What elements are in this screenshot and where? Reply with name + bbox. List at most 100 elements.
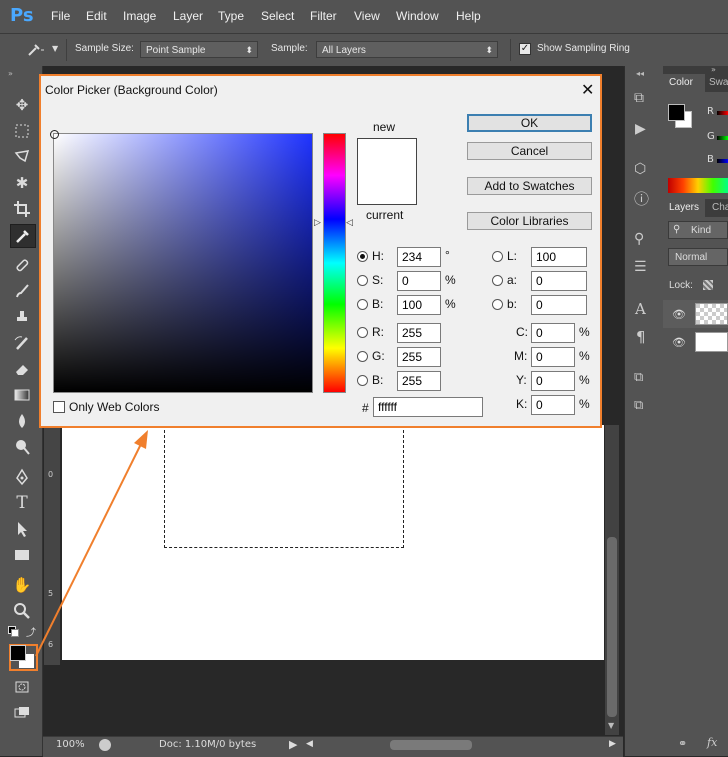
history-brush-tool-icon[interactable]: [10, 332, 34, 354]
paragraph-panel-icon[interactable]: ¶: [636, 328, 646, 346]
lock-transparency-icon[interactable]: [703, 280, 713, 290]
type-tool-icon[interactable]: T: [10, 492, 34, 514]
s-radio[interactable]: [357, 275, 368, 286]
b-slider[interactable]: [717, 159, 728, 163]
add-to-swatches-button[interactable]: Add to Swatches: [467, 177, 592, 195]
eraser-tool-icon[interactable]: [10, 358, 34, 380]
brush-presets-icon[interactable]: ☰: [634, 259, 647, 275]
3d-panel-icon[interactable]: ⬡: [634, 161, 646, 177]
menu-image[interactable]: Image: [123, 9, 156, 23]
clone-stamp-tool-icon[interactable]: [10, 306, 34, 328]
r-slider[interactable]: [717, 111, 728, 115]
brightness-input[interactable]: 100: [397, 295, 441, 315]
brightness-radio[interactable]: [357, 299, 368, 310]
visibility-eye-icon[interactable]: 👁: [672, 336, 686, 349]
tab-color[interactable]: Color: [663, 74, 705, 92]
r-input[interactable]: 255: [397, 323, 441, 343]
menu-window[interactable]: Window: [396, 9, 439, 23]
zoom-level[interactable]: 100%: [56, 739, 85, 750]
horizontal-scroll-thumb[interactable]: [390, 740, 472, 750]
status-info-icon[interactable]: [99, 739, 111, 751]
menu-type[interactable]: Type: [218, 9, 244, 23]
l-radio[interactable]: [492, 251, 503, 262]
rectangle-tool-icon[interactable]: [10, 544, 34, 566]
layer-row[interactable]: 👁: [663, 300, 728, 328]
tab-channels[interactable]: Cha: [712, 202, 728, 213]
a-radio[interactable]: [492, 275, 503, 286]
color-field-cursor[interactable]: [50, 130, 59, 139]
history-panel-icon[interactable]: ⧉: [634, 90, 644, 106]
info-panel-icon[interactable]: ⓘ: [634, 188, 649, 209]
gradient-tool-icon[interactable]: [10, 384, 34, 406]
foreground-color-swatch[interactable]: [10, 645, 26, 661]
l-input[interactable]: 100: [531, 247, 587, 267]
brush-panel-icon[interactable]: ⚲: [634, 231, 644, 247]
scroll-down-arrow-icon[interactable]: ▼: [608, 721, 614, 730]
hue-slider-right-handle-icon[interactable]: ◁: [346, 218, 353, 228]
menu-filter[interactable]: Filter: [310, 9, 337, 23]
hex-input[interactable]: ffffff: [373, 397, 483, 417]
hue-slider[interactable]: [323, 133, 346, 393]
lasso-tool-icon[interactable]: [10, 146, 34, 168]
eyedropper-tool-preset-icon[interactable]: [26, 41, 46, 57]
blend-mode-select[interactable]: Normal: [668, 248, 728, 266]
m-input[interactable]: 0: [531, 347, 575, 367]
blur-tool-icon[interactable]: [10, 410, 34, 432]
blue-radio[interactable]: [357, 375, 368, 386]
preset-dropdown-arrow-icon[interactable]: ▼: [52, 44, 58, 53]
sample-select[interactable]: All Layers ⬍: [316, 41, 498, 58]
color-spectrum-ramp[interactable]: [668, 178, 728, 193]
menu-select[interactable]: Select: [261, 9, 294, 23]
tab-swatches[interactable]: Swa: [709, 77, 728, 88]
screen-mode-icon[interactable]: [10, 702, 34, 724]
collapse-icon[interactable]: ◂◂: [636, 69, 644, 78]
link-layers-icon[interactable]: ⚭: [678, 737, 687, 750]
character-panel-icon[interactable]: A: [635, 300, 646, 318]
cancel-button[interactable]: Cancel: [467, 142, 592, 160]
tab-layers[interactable]: Layers: [663, 199, 705, 217]
dodge-tool-icon[interactable]: [10, 436, 34, 458]
pen-tool-icon[interactable]: [10, 466, 34, 488]
h-radio[interactable]: [357, 251, 368, 262]
menu-file[interactable]: File: [51, 9, 70, 23]
color-libraries-button[interactable]: Color Libraries: [467, 212, 592, 230]
collapse-icon[interactable]: »: [711, 65, 716, 74]
path-selection-tool-icon[interactable]: [10, 518, 34, 540]
only-web-colors-checkbox[interactable]: [53, 401, 65, 413]
crop-tool-icon[interactable]: [10, 198, 34, 220]
lab-b-radio[interactable]: [492, 299, 503, 310]
panel-foreground-swatch[interactable]: [668, 104, 685, 121]
zoom-tool-icon[interactable]: [10, 600, 34, 622]
visibility-eye-icon[interactable]: 👁: [672, 308, 686, 321]
scroll-right-arrow-icon[interactable]: ▶: [609, 739, 616, 749]
paragraph-styles-icon[interactable]: ⧉: [634, 370, 643, 385]
healing-brush-tool-icon[interactable]: [10, 254, 34, 276]
hand-tool-icon[interactable]: ✋: [10, 574, 34, 596]
lab-b-input[interactable]: 0: [531, 295, 587, 315]
s-input[interactable]: 0: [397, 271, 441, 291]
collapse-icon[interactable]: »: [8, 69, 13, 78]
menu-view[interactable]: View: [354, 9, 380, 23]
scroll-thumb[interactable]: [607, 537, 617, 717]
sample-size-select[interactable]: Point Sample ⬍: [140, 41, 258, 58]
move-tool-icon[interactable]: ✥: [10, 94, 34, 116]
show-ring-checkbox[interactable]: ✓: [519, 43, 531, 55]
eyedropper-tool-icon[interactable]: [10, 224, 36, 248]
menu-edit[interactable]: Edit: [86, 9, 107, 23]
menu-help[interactable]: Help: [456, 9, 481, 23]
k-input[interactable]: 0: [531, 395, 575, 415]
character-styles-icon[interactable]: ⧉: [634, 398, 643, 413]
g-slider[interactable]: [717, 136, 728, 140]
layer-row[interactable]: 👁: [663, 329, 728, 355]
scroll-left-arrow-icon[interactable]: ◀: [306, 739, 313, 749]
ok-button[interactable]: OK: [467, 114, 592, 132]
g-input[interactable]: 255: [397, 347, 441, 367]
c-input[interactable]: 0: [531, 323, 575, 343]
y-input[interactable]: 0: [531, 371, 575, 391]
menu-layer[interactable]: Layer: [173, 9, 203, 23]
marquee-tool-icon[interactable]: [10, 120, 34, 142]
document-canvas[interactable]: [62, 425, 604, 660]
status-menu-arrow-icon[interactable]: ▶: [289, 738, 297, 751]
quick-mask-icon[interactable]: [10, 676, 34, 698]
hue-slider-left-handle-icon[interactable]: ▷: [314, 218, 321, 228]
